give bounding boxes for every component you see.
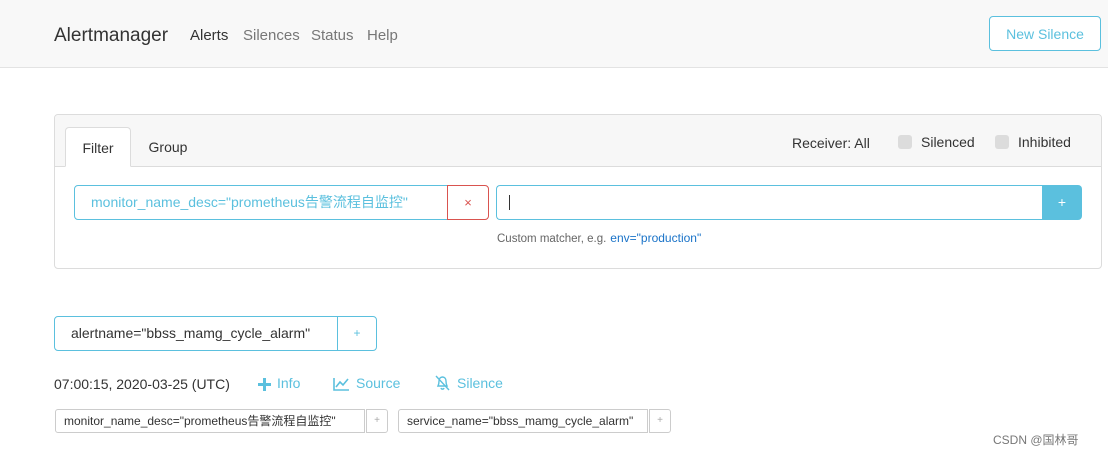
receiver-select[interactable]: Receiver: All (792, 135, 870, 151)
silenced-label: Silenced (921, 134, 975, 150)
inhibited-toggle[interactable]: Inhibited (995, 134, 1071, 150)
group-matcher-chip[interactable]: alertname="bbss_mamg_cycle_alarm" (54, 316, 338, 351)
matcher-hint-text: Custom matcher, e.g. (497, 233, 607, 245)
chart-line-icon (333, 378, 349, 391)
add-matcher-button[interactable]: + (1042, 185, 1082, 220)
label-add-button[interactable]: + (366, 409, 388, 433)
text-cursor (509, 195, 510, 210)
matcher-hint: Custom matcher, e.g. env="production" (497, 231, 701, 245)
matcher-hint-example: env="production" (610, 231, 702, 245)
nav-status[interactable]: Status (311, 27, 354, 44)
label-add-button[interactable]: + (649, 409, 671, 433)
alert-label[interactable]: service_name="bbss_mamg_cycle_alarm" (398, 409, 648, 433)
nav-alerts[interactable]: Alerts (190, 27, 228, 44)
group-add-button[interactable]: + (337, 316, 377, 351)
brand-logo[interactable]: Alertmanager (54, 25, 168, 47)
inhibited-checkbox[interactable] (995, 135, 1009, 149)
plus-icon (258, 378, 271, 391)
filter-panel-header: Filter Group Receiver: All Silenced Inhi… (55, 115, 1101, 167)
custom-matcher-input[interactable] (496, 185, 1043, 220)
active-filter-chip[interactable]: monitor_name_desc="prometheus告警流程自监控" (74, 185, 448, 220)
nav-help[interactable]: Help (367, 27, 398, 44)
silence-label: Silence (457, 375, 503, 391)
alert-timestamp: 07:00:15, 2020-03-25 (UTC) (54, 376, 230, 392)
silenced-checkbox[interactable] (898, 135, 912, 149)
bell-slash-icon (435, 375, 450, 391)
info-label: Info (277, 375, 301, 391)
inhibited-label: Inhibited (1018, 134, 1071, 150)
source-button[interactable]: Source (333, 375, 400, 391)
source-label: Source (356, 375, 401, 391)
nav-silences[interactable]: Silences (243, 27, 300, 44)
tab-filter[interactable]: Filter (65, 127, 131, 167)
info-button[interactable]: Info (258, 375, 300, 391)
silence-button[interactable]: Silence (434, 375, 503, 391)
silenced-toggle[interactable]: Silenced (898, 134, 975, 150)
alert-label[interactable]: monitor_name_desc="prometheus告警流程自监控" (55, 409, 365, 433)
tab-group[interactable]: Group (135, 127, 201, 167)
remove-filter-button[interactable]: × (447, 185, 489, 220)
navbar: Alertmanager Alerts Silences Status Help… (0, 0, 1108, 68)
new-silence-button[interactable]: New Silence (989, 16, 1101, 51)
watermark: CSDN @国林哥 (993, 433, 1079, 447)
filter-panel: Filter Group Receiver: All Silenced Inhi… (54, 114, 1102, 269)
